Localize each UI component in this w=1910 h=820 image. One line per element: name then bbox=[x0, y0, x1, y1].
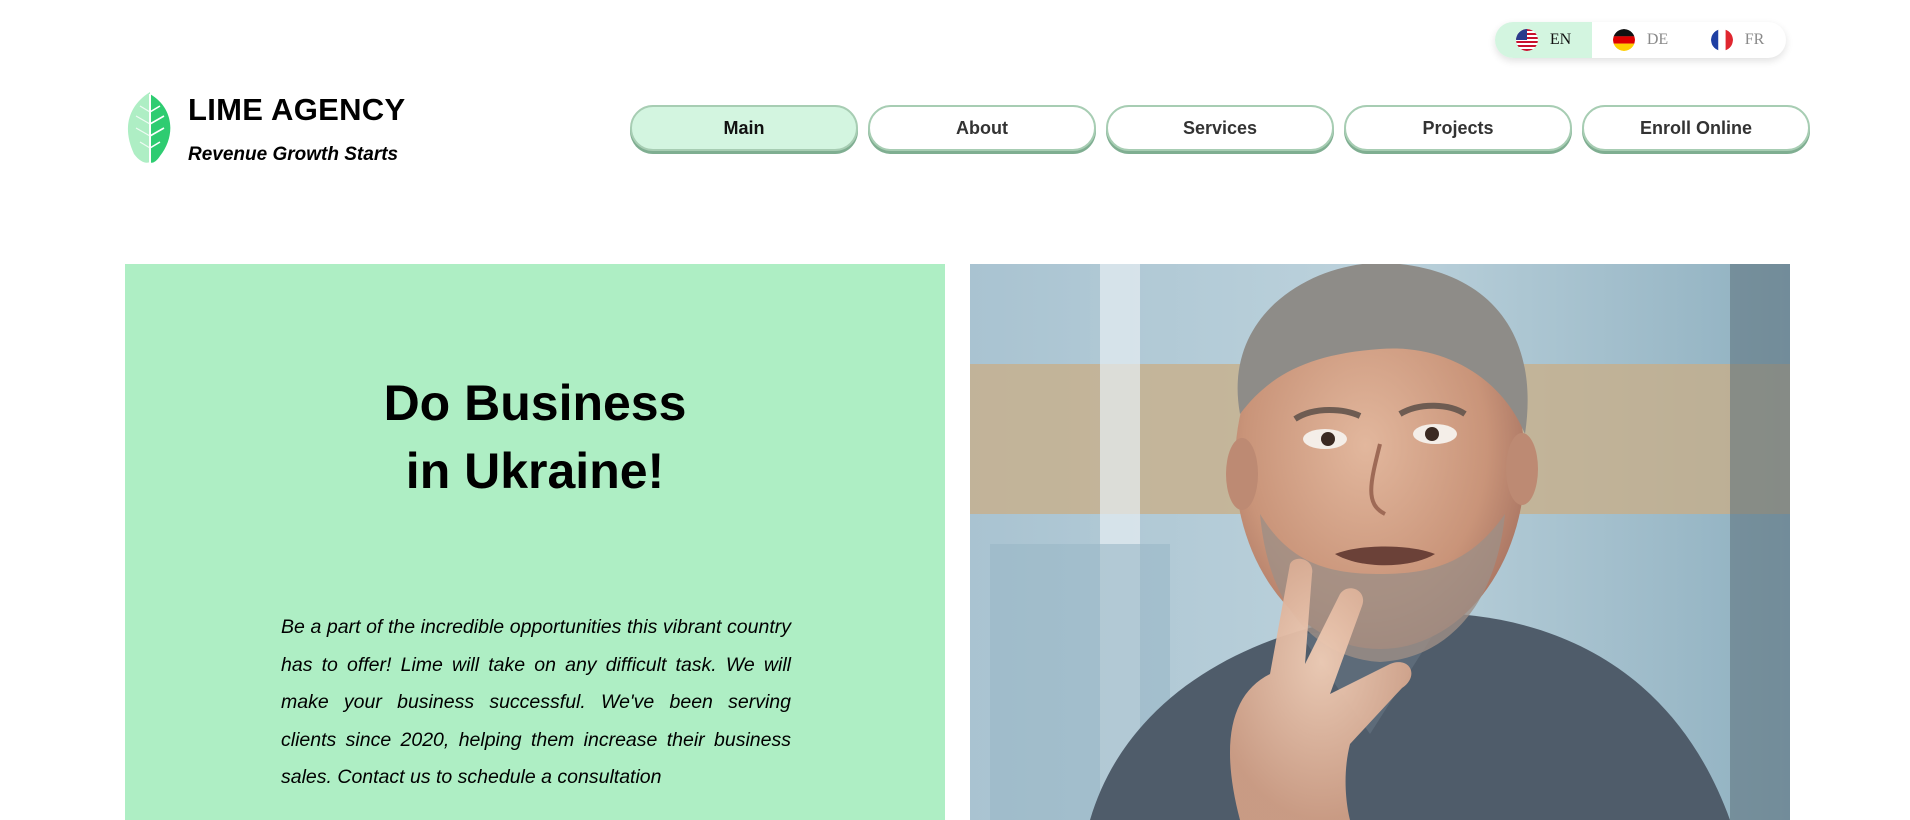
us-flag-icon bbox=[1515, 29, 1538, 51]
brand-tagline: Revenue Growth Starts bbox=[188, 144, 399, 165]
language-code-de: DE bbox=[1646, 31, 1669, 48]
hero-description: Be a part of the incredible opportunitie… bbox=[281, 616, 791, 788]
brand-name: LIME AGENCY bbox=[188, 92, 406, 127]
hero-title: Do Business in Ukraine! bbox=[125, 369, 945, 505]
germany-flag-icon bbox=[1612, 29, 1635, 51]
language-option-en[interactable]: EN bbox=[1495, 22, 1592, 58]
language-switcher: EN DE FR bbox=[1495, 22, 1786, 58]
nav-projects-button[interactable]: Projects bbox=[1344, 105, 1572, 151]
man-speaking-photo bbox=[970, 264, 1790, 820]
nav-services-button[interactable]: Services bbox=[1106, 105, 1334, 151]
language-code-en: EN bbox=[1549, 31, 1572, 48]
leaf-icon bbox=[120, 88, 176, 171]
hero-text-panel: Do Business in Ukraine! Be a part of the… bbox=[125, 264, 945, 820]
france-flag-icon bbox=[1710, 29, 1733, 51]
hero-title-line-2: in Ukraine! bbox=[405, 443, 665, 499]
nav-enroll-online-button[interactable]: Enroll Online bbox=[1582, 105, 1810, 151]
nav-main-button[interactable]: Main bbox=[630, 105, 858, 151]
nav-about-button[interactable]: About bbox=[868, 105, 1096, 151]
language-code-fr: FR bbox=[1744, 31, 1765, 48]
main-navigation: Main About Services Projects Enroll Onli… bbox=[630, 105, 1810, 151]
hero-title-line-1: Do Business bbox=[383, 375, 687, 431]
language-option-fr[interactable]: FR bbox=[1689, 22, 1786, 58]
language-option-de[interactable]: DE bbox=[1592, 22, 1689, 58]
